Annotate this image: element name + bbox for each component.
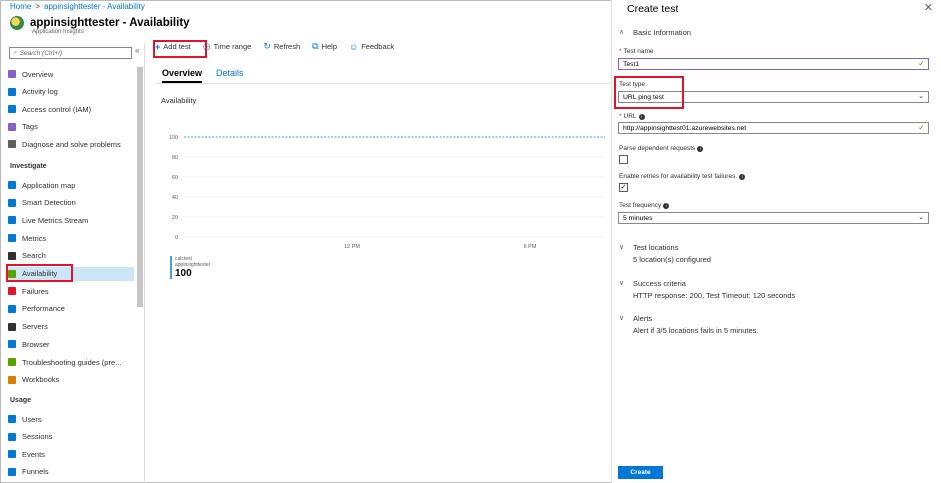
url-label-text: URL [623,113,637,120]
test-name-label-text: Test name [623,48,654,55]
url-label: * URL i [619,113,645,120]
chevron-down-icon: ⌄ [918,214,924,221]
sidebar-item-failures[interactable]: Failures [8,284,134,298]
failures-icon [8,287,16,296]
browser-icon [8,340,16,349]
y-tick-label: 100 [169,135,178,141]
alerts-title: Alerts [633,314,653,323]
blade-title: Create test [627,3,679,15]
test-locations-section[interactable]: ∨ Test locations 5 location(s) configured [619,243,711,264]
sidebar-item-sessions[interactable]: Sessions [8,430,134,444]
section-usage: Usage [10,397,32,404]
success-value: HTTP response: 200, Test Timeout: 120 se… [633,291,796,300]
sidebar-item-funnels[interactable]: Funnels [8,465,134,479]
highlight-availability [6,264,73,282]
checkmark-icon: ✓ [918,123,925,132]
locations-value: 5 location(s) configured [633,255,711,264]
frequency-value: 5 minutes [623,214,653,222]
basic-info-label: Basic Information [633,28,691,37]
parse-dependent-checkbox[interactable] [619,155,628,164]
chevron-down-icon: ∨ [619,315,625,322]
sidebar-item-events[interactable]: Events [8,447,134,461]
x-tick-label: 12 PM [344,244,360,250]
sidebar-item-label: Troubleshooting guides (pre... [22,357,122,367]
y-tick-label: 60 [172,175,178,181]
y-tick-label: 0 [175,235,178,241]
legend-value: 100 [175,268,192,279]
info-icon[interactable]: i [697,145,704,152]
alerts-section[interactable]: ∨ Alerts Alert if 3/5 locations fails in … [619,314,758,335]
highlight-test-type [614,76,684,109]
chevron-up-icon: ∧ [619,29,625,36]
url-value: http://appinsighttest01.azurewebsites.ne… [623,124,747,132]
users-icon [8,415,16,423]
create-test-blade: Create test ✕ ∧ Basic Information * Test … [611,0,941,483]
y-tick-label: 20 [172,215,178,221]
sidebar-item-browser[interactable]: Browser [8,337,134,351]
frequency-label: Test frequency i [619,202,670,209]
test-frequency-select[interactable]: 5 minutes ⌄ [618,212,929,224]
sidebar-item-label: Users [22,414,42,424]
enable-retries-checkbox[interactable]: ✓ [619,183,628,192]
chart-legend[interactable]: calctest appinsighttester 100 [170,256,210,279]
sidebar-item-troubleshooting-guides-pre[interactable]: Troubleshooting guides (pre... [8,355,134,369]
sidebar-item-users[interactable]: Users [8,412,134,426]
url-field[interactable]: http://appinsighttest01.azurewebsites.ne… [618,122,929,134]
sidebar-item-performance[interactable]: Performance [8,302,134,316]
y-tick-label: 40 [172,195,178,201]
retries-label: Enable retries for availability test fai… [619,173,746,180]
frequency-label-text: Test frequency [619,202,662,209]
test-name-value: Test1 [623,60,640,68]
test-name-label: * Test name [619,48,654,55]
chevron-down-icon: ∨ [619,280,625,287]
retries-label-text: Enable retries for availability test fai… [619,173,738,180]
funnels-icon [8,467,16,476]
sidebar-item-label: Workbooks [22,375,60,385]
sessions-icon [8,432,16,441]
y-tick-label: 80 [172,155,178,161]
sidebar-item-label: Performance [22,304,65,314]
basic-info-section[interactable]: ∧ Basic Information [619,28,691,37]
alerts-value: Alert if 3/5 locations fails in 5 minute… [633,326,759,335]
sidebar-item-label: Sessions [22,432,53,442]
sidebar-item-servers[interactable]: Servers [8,320,134,334]
x-tick-label: 6 PM [524,244,537,250]
events-icon [8,450,16,459]
info-icon[interactable]: i [663,202,670,209]
chevron-down-icon: ∨ [619,244,625,251]
locations-title: Test locations [633,243,679,252]
availability-chart: 100 80 60 40 20 0 12 PM 6 PM [169,135,605,250]
sidebar-item-label: Funnels [22,467,49,477]
sidebar-item-label: Events [22,449,45,459]
info-icon[interactable]: i [638,113,645,120]
sidebar-item-label: Failures [22,286,49,296]
close-icon[interactable]: ✕ [924,1,933,14]
performance-icon [8,304,16,313]
sidebar-item-label: Servers [22,322,48,332]
test-name-field[interactable]: Test1 ✓ [618,58,929,70]
workbooks-icon [8,375,16,384]
create-button[interactable]: Create [618,466,663,479]
parse-label-text: Parse dependent requests [619,145,696,152]
servers-icon [8,322,16,331]
chevron-down-icon: ⌄ [918,93,924,100]
sidebar-item-workbooks[interactable]: Workbooks [8,373,134,387]
checkmark-icon: ✓ [918,59,925,68]
parse-label: Parse dependent requests i [619,145,704,152]
success-title: Success criteria [633,279,686,288]
info-icon[interactable]: i [739,173,746,180]
success-criteria-section[interactable]: ∨ Success criteria HTTP response: 200, Te… [619,279,795,300]
sidebar-item-label: Browser [22,339,50,349]
troubleshooting-guides-pre-icon [8,358,16,366]
